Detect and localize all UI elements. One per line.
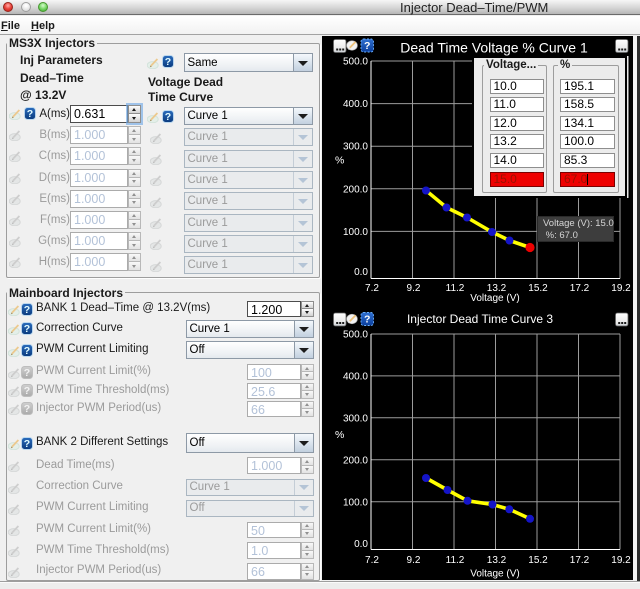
svg-text:11.2: 11.2 bbox=[446, 555, 465, 566]
svg-text:15.2: 15.2 bbox=[528, 555, 548, 566]
svg-text:15.2: 15.2 bbox=[528, 283, 548, 294]
svg-text:300.0: 300.0 bbox=[343, 142, 368, 153]
svg-text:?: ? bbox=[24, 438, 30, 450]
svg-text:0.0: 0.0 bbox=[354, 539, 368, 550]
svg-text:0.0: 0.0 bbox=[354, 267, 368, 278]
svg-text:9.2: 9.2 bbox=[407, 283, 421, 294]
svg-text:11.2: 11.2 bbox=[446, 283, 465, 294]
svg-text:?: ? bbox=[364, 314, 370, 326]
svg-text:?: ? bbox=[24, 345, 30, 357]
svg-text:19.2: 19.2 bbox=[611, 283, 631, 294]
svg-text:?: ? bbox=[24, 385, 30, 397]
svg-text:19.2: 19.2 bbox=[611, 555, 631, 566]
svg-text:100.0: 100.0 bbox=[343, 227, 368, 238]
svg-text:?: ? bbox=[364, 40, 370, 52]
svg-text:100.0: 100.0 bbox=[343, 497, 368, 508]
svg-text:?: ? bbox=[165, 111, 171, 123]
svg-text:200.0: 200.0 bbox=[343, 184, 368, 195]
svg-text:17.2: 17.2 bbox=[570, 555, 590, 566]
svg-text:?: ? bbox=[24, 367, 30, 379]
svg-text:7.2: 7.2 bbox=[365, 555, 379, 566]
svg-text:?: ? bbox=[24, 323, 30, 335]
svg-text:300.0: 300.0 bbox=[343, 413, 368, 424]
svg-text:?: ? bbox=[24, 403, 30, 415]
svg-text:%: % bbox=[335, 155, 344, 167]
svg-text:Injector Dead Time Curve 3: Injector Dead Time Curve 3 bbox=[407, 312, 553, 326]
svg-text:400.0: 400.0 bbox=[343, 371, 368, 382]
svg-text:500.0: 500.0 bbox=[343, 330, 368, 341]
svg-text:9.2: 9.2 bbox=[407, 555, 421, 566]
svg-text:13.2: 13.2 bbox=[487, 555, 507, 566]
svg-text:Voltage (V): Voltage (V) bbox=[470, 569, 519, 580]
svg-text:200.0: 200.0 bbox=[343, 455, 368, 466]
svg-text:%: % bbox=[335, 429, 344, 441]
svg-text:17.2: 17.2 bbox=[570, 283, 590, 294]
svg-text:Dead Time Voltage % Curve 1: Dead Time Voltage % Curve 1 bbox=[400, 40, 588, 56]
svg-text:400.0: 400.0 bbox=[343, 99, 368, 110]
svg-text:500.0: 500.0 bbox=[343, 57, 368, 68]
svg-text:?: ? bbox=[24, 304, 30, 316]
svg-text:?: ? bbox=[165, 56, 171, 68]
svg-text:Voltage (V): Voltage (V) bbox=[470, 293, 519, 304]
svg-text:7.2: 7.2 bbox=[365, 283, 379, 294]
